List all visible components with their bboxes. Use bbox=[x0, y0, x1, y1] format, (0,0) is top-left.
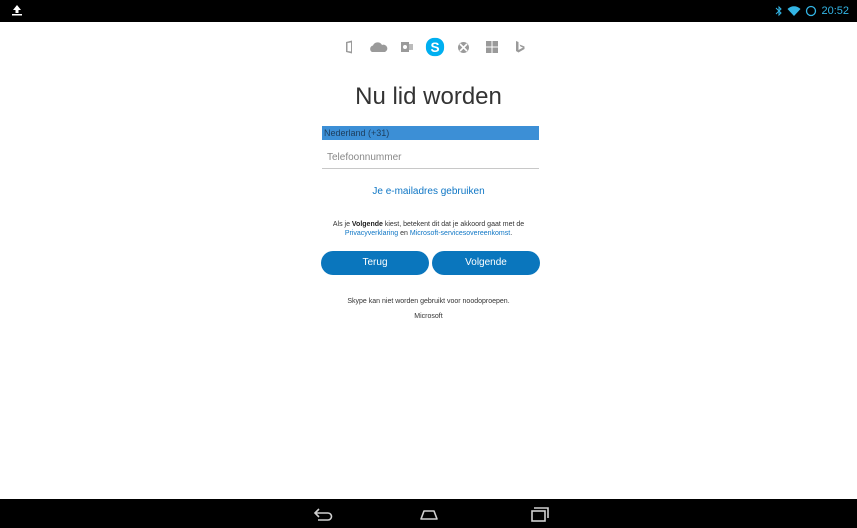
bing-icon[interactable] bbox=[510, 37, 530, 57]
company-name: Microsoft bbox=[414, 313, 443, 320]
wifi-icon bbox=[787, 6, 801, 16]
app-switcher: S bbox=[340, 34, 530, 60]
country-select[interactable]: Nederland (+31) bbox=[322, 126, 539, 140]
upload-icon bbox=[12, 5, 22, 16]
legal-bold: Volgende bbox=[351, 221, 383, 228]
windows-icon[interactable] bbox=[482, 37, 502, 57]
status-bar: 20:52 bbox=[0, 0, 857, 22]
privacy-link[interactable]: Privacyverklaring bbox=[345, 230, 398, 237]
emergency-note: Skype kan niet worden gebruikt voor nood… bbox=[347, 298, 510, 305]
legal-text: Als je Volgende kiest, betekent dit dat … bbox=[0, 220, 857, 238]
services-agreement-link[interactable]: Microsoft-servicesovereenkomst bbox=[410, 230, 510, 237]
navigation-bar bbox=[0, 499, 857, 528]
status-time: 20:52 bbox=[821, 5, 849, 17]
xbox-icon[interactable] bbox=[453, 37, 473, 57]
skype-icon[interactable]: S bbox=[425, 37, 445, 57]
legal-suffix: . bbox=[510, 230, 513, 237]
legal-and: en bbox=[398, 230, 410, 237]
bluetooth-icon bbox=[776, 5, 783, 17]
status-indicators: 20:52 bbox=[775, 3, 849, 19]
back-icon[interactable] bbox=[311, 505, 337, 523]
home-icon[interactable] bbox=[416, 505, 442, 523]
recent-apps-icon[interactable] bbox=[525, 505, 551, 523]
legal-prefix: Als je bbox=[332, 221, 352, 228]
page-title: Nu lid worden bbox=[355, 83, 502, 110]
legal-middle: kiest, betekent dit dat je akkoord gaat … bbox=[382, 221, 525, 228]
next-button[interactable]: Volgende bbox=[432, 251, 540, 275]
onedrive-icon[interactable] bbox=[368, 37, 388, 57]
phone-number-input[interactable] bbox=[322, 149, 539, 169]
sync-icon bbox=[806, 5, 817, 17]
outlook-icon[interactable] bbox=[397, 37, 417, 57]
office-icon[interactable] bbox=[340, 37, 360, 57]
svg-text:S: S bbox=[430, 40, 439, 55]
use-email-link[interactable]: Je e-mailadres gebruiken bbox=[0, 186, 857, 197]
back-button[interactable]: Terug bbox=[321, 251, 429, 275]
